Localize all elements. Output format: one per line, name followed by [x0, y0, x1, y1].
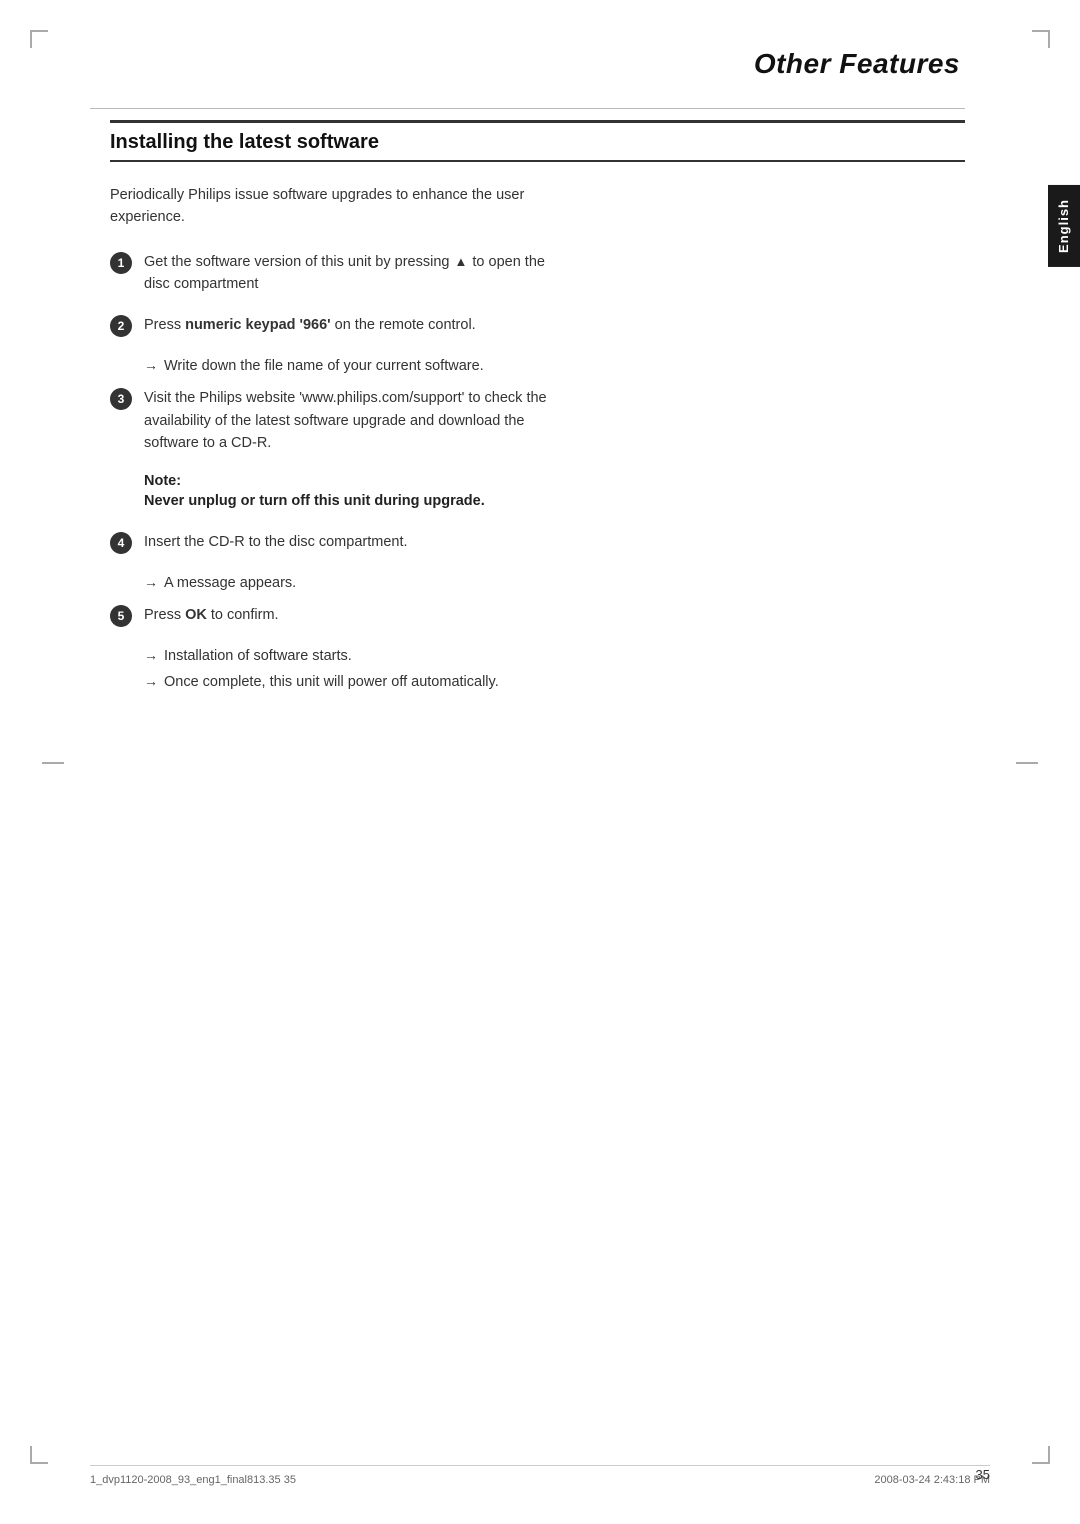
step-number-1: 1 — [110, 252, 132, 274]
eject-icon: ▲ — [454, 252, 467, 272]
step-number-3: 3 — [110, 388, 132, 410]
page-title: Other Features — [754, 48, 960, 80]
step-3: 3 Visit the Philips website 'www.philips… — [110, 387, 560, 454]
page-number: 35 — [976, 1467, 990, 1482]
step-5-arrow-text-2: Once complete, this unit will power off … — [164, 671, 499, 693]
step-content-5: Press OK to confirm. — [144, 604, 560, 626]
step-5-bold: OK — [185, 607, 207, 623]
step-4-arrow-1: → A message appears. — [144, 572, 564, 594]
main-content: Installing the latest software Periodica… — [110, 120, 965, 1404]
step-content-1: Get the software version of this unit by… — [144, 251, 560, 296]
step-2-arrow-text: Write down the file name of your current… — [164, 355, 484, 377]
step-content-3: Visit the Philips website 'www.philips.c… — [144, 387, 560, 454]
step-2-wrapper: 2 Press numeric keypad '966' on the remo… — [110, 314, 965, 377]
right-mark — [1016, 762, 1038, 764]
arrow-symbol-5a: → — [144, 645, 158, 667]
section-header: Installing the latest software — [110, 120, 965, 162]
step-5-arrow-2: → Once complete, this unit will power of… — [144, 671, 564, 693]
note-body: Never unplug or turn off this unit durin… — [144, 491, 564, 513]
step-5-arrow-1: → Installation of software starts. — [144, 645, 564, 667]
note-box: Note: Never unplug or turn off this unit… — [144, 473, 564, 513]
step-2-arrow-1: → Write down the file name of your curre… — [144, 355, 564, 377]
footer-left: 1_dvp1120-2008_93_eng1_final813.35 35 — [90, 1474, 296, 1486]
left-mark — [42, 762, 64, 764]
step-content-2: Press numeric keypad '966' on the remote… — [144, 314, 560, 336]
footer: 1_dvp1120-2008_93_eng1_final813.35 35 20… — [90, 1465, 990, 1486]
page-header: Other Features — [90, 48, 960, 80]
step-5-arrow-text-1: Installation of software starts. — [164, 645, 352, 667]
step-2: 2 Press numeric keypad '966' on the remo… — [110, 314, 560, 337]
section-title: Installing the latest software — [110, 131, 379, 153]
corner-mark-tr — [1032, 30, 1050, 48]
corner-mark-br — [1032, 1446, 1050, 1464]
step-1: 1 Get the software version of this unit … — [110, 251, 560, 296]
step-4: 4 Insert the CD-R to the disc compartmen… — [110, 531, 560, 554]
step-4-wrapper: 4 Insert the CD-R to the disc compartmen… — [110, 531, 965, 594]
arrow-symbol: → — [144, 355, 158, 377]
step-number-2: 2 — [110, 315, 132, 337]
step-4-arrow-text: A message appears. — [164, 572, 296, 594]
intro-text: Periodically Philips issue software upgr… — [110, 184, 530, 229]
top-rule — [90, 108, 965, 109]
arrow-symbol-5b: → — [144, 671, 158, 693]
footer-right: 2008-03-24 2:43:18 PM — [874, 1474, 990, 1486]
step-number-4: 4 — [110, 532, 132, 554]
step-number-5: 5 — [110, 605, 132, 627]
corner-mark-bl — [30, 1446, 48, 1464]
step-2-bold: numeric keypad '966' — [185, 317, 331, 333]
step-5-wrapper: 5 Press OK to confirm. → Installation of… — [110, 604, 965, 694]
steps-list: 1 Get the software version of this unit … — [110, 251, 965, 455]
steps-list-2: 4 Insert the CD-R to the disc compartmen… — [110, 531, 965, 694]
note-title: Note: — [144, 473, 564, 489]
arrow-symbol-4: → — [144, 572, 158, 594]
page: English Other Features Installing the la… — [0, 0, 1080, 1524]
step-5: 5 Press OK to confirm. — [110, 604, 560, 627]
english-tab: English — [1048, 185, 1080, 267]
step-content-4: Insert the CD-R to the disc compartment. — [144, 531, 560, 553]
corner-mark-tl — [30, 30, 48, 48]
